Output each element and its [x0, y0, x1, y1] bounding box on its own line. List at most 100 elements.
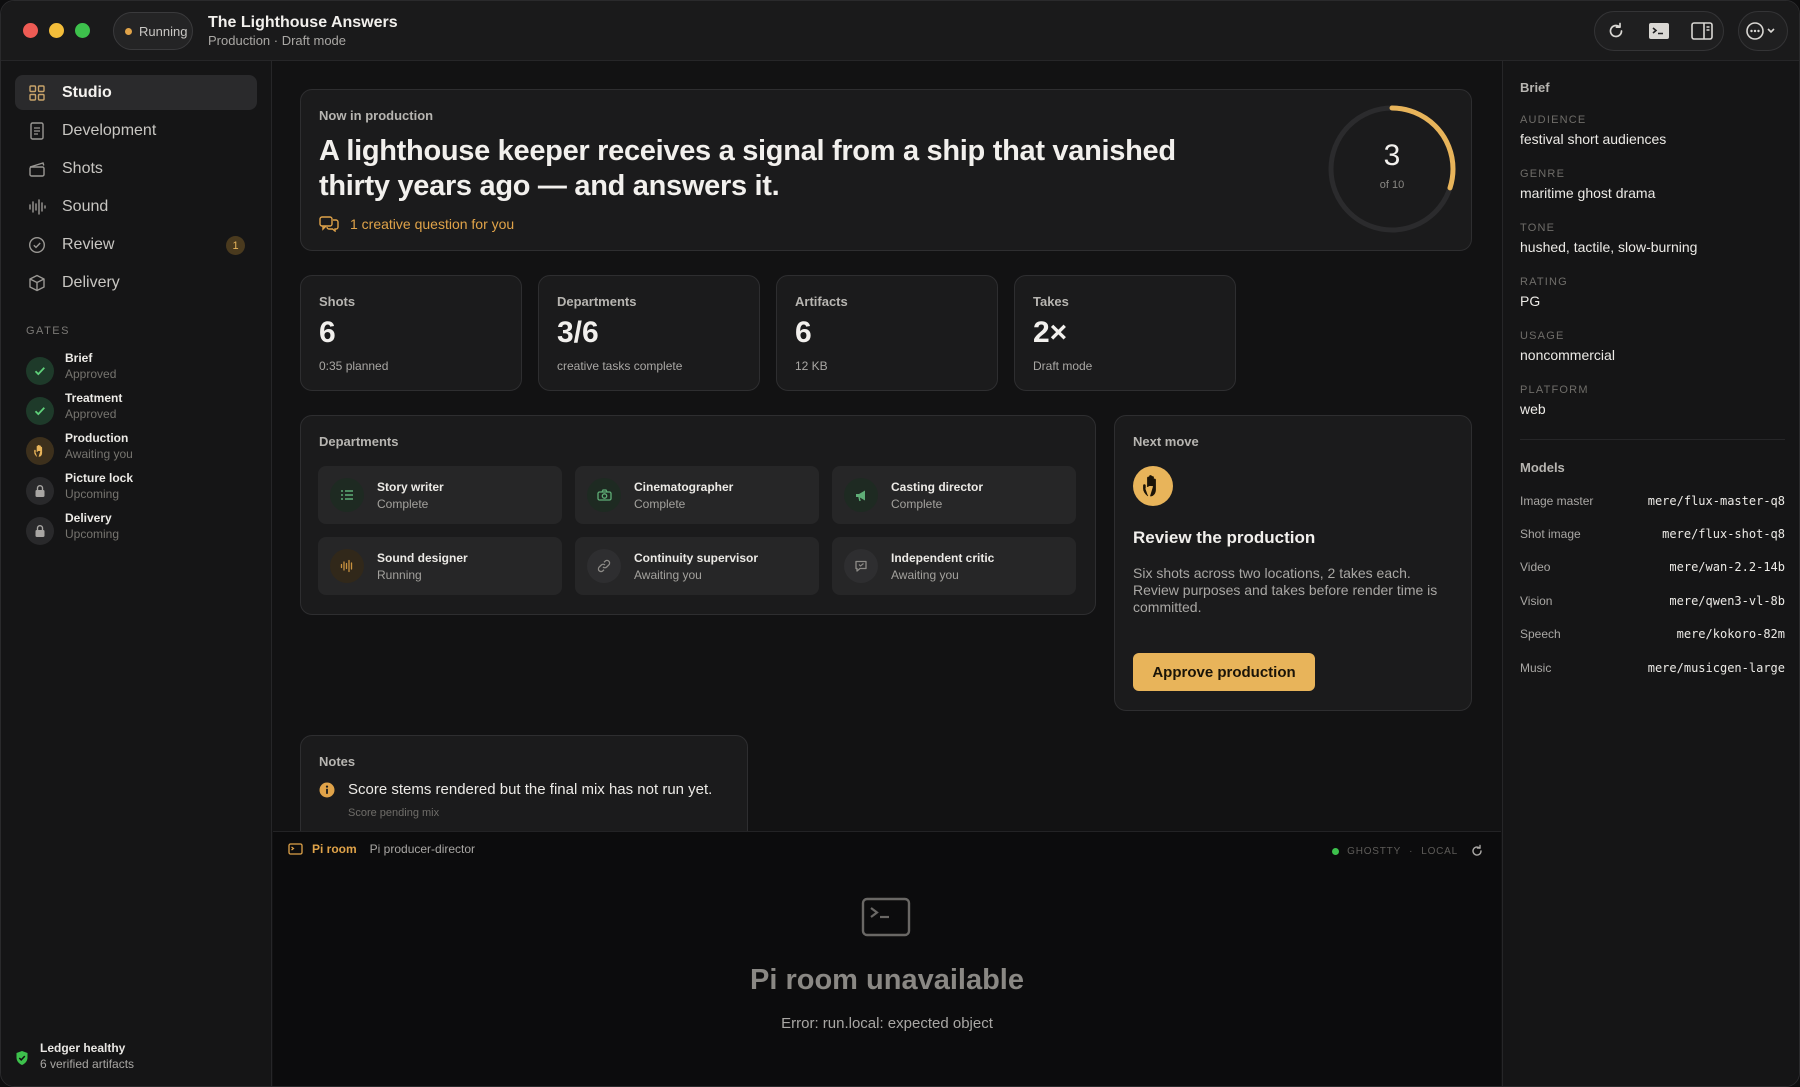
note-subtext: Score pending mix [348, 807, 440, 819]
sidebar-item-development[interactable]: Development [15, 113, 257, 148]
close-window-button[interactable] [23, 23, 38, 38]
pi-room-connection-status: GHOSTTY · LOCAL [1332, 844, 1484, 858]
run-status-label: Running [139, 23, 188, 39]
gates-heading: GATES [26, 325, 70, 337]
more-menu-button[interactable] [1738, 11, 1788, 51]
gate-delivery[interactable]: Delivery Upcoming [26, 511, 256, 547]
pi-room-unavailable-title: Pi room unavailable [750, 964, 1024, 996]
department-name: Casting director [891, 480, 984, 494]
brief-field-key: PLATFORM [1520, 384, 1589, 396]
pi-room-tab[interactable]: Pi room Pi producer-director [288, 842, 475, 856]
department-status: Complete [891, 497, 943, 511]
department-continuity-supervisor[interactable]: Continuity supervisor Awaiting you [575, 537, 819, 595]
ledger-status[interactable]: Ledger healthy 6 verified artifacts [15, 1041, 255, 1077]
department-status: Running [377, 568, 422, 582]
creative-question-link[interactable]: 1 creative question for you [319, 216, 514, 232]
toolbar-actions [1594, 11, 1724, 51]
terminal-button[interactable] [1638, 12, 1681, 50]
gate-brief[interactable]: Brief Approved [26, 351, 256, 387]
toggle-panel-button[interactable] [1680, 12, 1723, 50]
run-status-pill[interactable]: Running [113, 12, 193, 50]
brief-field-value: web [1520, 401, 1546, 417]
sidebar-item-shots[interactable]: Shots [15, 151, 257, 186]
brief-field-rating: RATING PG [1520, 276, 1568, 309]
stat-card-shots[interactable]: Shots 6 0:35 planned [300, 275, 522, 391]
brief-field-value: noncommercial [1520, 347, 1615, 363]
approve-production-button[interactable]: Approve production [1133, 653, 1315, 691]
sidebar-item-label: Shots [62, 159, 103, 177]
reload-button[interactable] [1470, 844, 1484, 858]
department-cinematographer[interactable]: Cinematographer Complete [575, 466, 819, 524]
model-id: mere/flux-master-q8 [1647, 494, 1785, 508]
zoom-window-button[interactable] [75, 23, 90, 38]
model-row-speech: Speech mere/kokoro-82m [1520, 627, 1785, 643]
sidebar-panel-icon [1690, 22, 1713, 40]
department-casting-director[interactable]: Casting director Complete [832, 466, 1076, 524]
department-sound-designer[interactable]: Sound designer Running [318, 537, 562, 595]
gate-name: Delivery [65, 511, 112, 525]
refresh-button[interactable] [1595, 12, 1638, 50]
stat-subtext: 12 KB [795, 359, 828, 373]
gate-status: Approved [65, 407, 117, 421]
sidebar-item-sound[interactable]: Sound [15, 189, 257, 224]
brief-field-key: TONE [1520, 222, 1556, 234]
brief-field-key: GENRE [1520, 168, 1566, 180]
brief-field-platform: PLATFORM web [1520, 384, 1589, 417]
brief-field-value: maritime ghost drama [1520, 185, 1656, 201]
brief-panel: Brief AUDIENCE festival short audiences … [1502, 61, 1799, 1086]
review-count-badge: 1 [226, 236, 245, 255]
model-id: mere/wan-2.2-14b [1669, 560, 1785, 574]
brief-field-value: PG [1520, 293, 1541, 309]
project-title: The Lighthouse Answers [208, 14, 398, 31]
department-status: Complete [634, 497, 686, 511]
sidebar-item-delivery[interactable]: Delivery [15, 265, 257, 300]
stat-card-artifacts[interactable]: Artifacts 6 12 KB [776, 275, 998, 391]
pi-room-tab-label: Pi room [312, 842, 357, 856]
model-role: Shot image [1520, 527, 1581, 541]
model-id: mere/qwen3-vl-8b [1669, 594, 1785, 608]
list-icon [330, 478, 364, 512]
note-item[interactable]: Score stems rendered but the final mix h… [319, 781, 712, 798]
stat-label: Takes [1033, 294, 1069, 309]
brief-field-value: festival short audiences [1520, 131, 1667, 147]
model-row-vision: Vision mere/qwen3-vl-8b [1520, 594, 1785, 610]
camera-icon [587, 478, 621, 512]
pi-room-panel: Pi room Pi producer-director GHOSTTY · L… [273, 831, 1501, 1086]
note-text: Score stems rendered but the final mix h… [348, 781, 713, 798]
refresh-icon [1610, 22, 1623, 38]
progress-ring: 3 of 10 [1326, 103, 1458, 235]
sidebar-item-studio[interactable]: Studio [15, 75, 257, 110]
clapper-icon [28, 160, 46, 178]
status-dot-icon [125, 27, 132, 35]
brief-heading: Brief [1520, 80, 1550, 95]
stat-value: 6 [795, 316, 812, 349]
departments-heading: Departments [319, 434, 399, 449]
terminal-icon [1649, 23, 1669, 39]
gate-treatment[interactable]: Treatment Approved [26, 391, 256, 427]
department-story-writer[interactable]: Story writer Complete [318, 466, 562, 524]
gate-production[interactable]: Production Awaiting you [26, 431, 256, 467]
project-subtitle: Production · Draft mode [208, 33, 347, 48]
stat-card-departments[interactable]: Departments 3/6 creative tasks complete [538, 275, 760, 391]
gate-picture-lock[interactable]: Picture lock Upcoming [26, 471, 256, 507]
connection-dot-icon [1332, 847, 1340, 855]
sidebar-item-review[interactable]: Review 1 [15, 227, 257, 262]
logline-headline: A lighthouse keeper receives a signal fr… [319, 135, 1176, 202]
more-options-icon [1746, 22, 1775, 40]
sidebar: Studio Development Shots Sound Review 1 … [1, 61, 272, 1086]
waveform-icon [330, 549, 364, 583]
next-move-card: Next move Review the production Six shot… [1114, 415, 1472, 711]
department-independent-critic[interactable]: Independent critic Awaiting you [832, 537, 1076, 595]
department-status: Awaiting you [891, 568, 959, 582]
stat-value: 2× [1033, 316, 1068, 349]
stat-card-takes[interactable]: Takes 2× Draft mode [1014, 275, 1236, 391]
model-role: Video [1520, 560, 1551, 574]
minimize-window-button[interactable] [49, 23, 64, 38]
pi-room-status-separator: · [1409, 845, 1414, 857]
model-row-music: Music mere/musicgen-large [1520, 661, 1785, 677]
stat-subtext: 0:35 planned [319, 359, 389, 373]
speech-bubbles-icon [319, 216, 339, 232]
title-bar: Running The Lighthouse Answers Productio… [1, 1, 1799, 61]
model-row-video: Video mere/wan-2.2-14b [1520, 560, 1785, 576]
chat-icon [844, 549, 878, 583]
